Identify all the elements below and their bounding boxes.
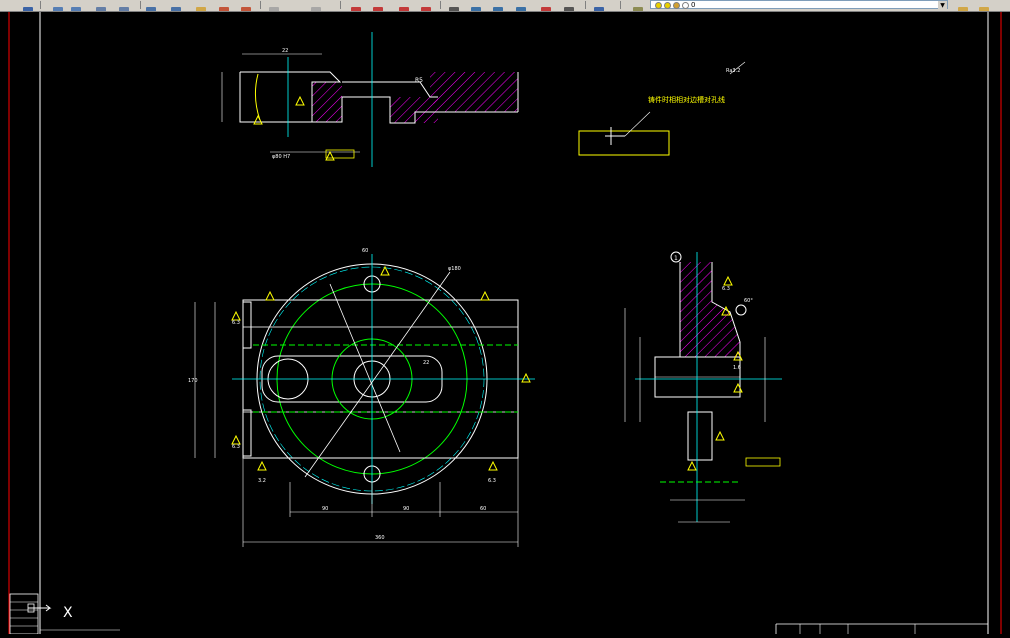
top-section-view	[221, 32, 519, 167]
roughness-value: 1.6	[733, 365, 741, 371]
toolbar-separator	[40, 1, 41, 9]
ucs-x-label: X	[63, 605, 73, 621]
zoom-previous-icon[interactable]	[420, 0, 434, 11]
layer-value: 0	[691, 1, 696, 9]
callout-1-label: 1	[674, 255, 678, 262]
dim-circle-label: φ180	[448, 266, 461, 272]
layer-state-icon[interactable]	[978, 0, 992, 11]
toolbar-separator	[260, 1, 261, 9]
match-properties-icon[interactable]	[218, 0, 232, 11]
side-section-view	[624, 251, 782, 523]
toolbar-separator	[340, 1, 341, 9]
standard-toolbar: 0 ▼	[0, 0, 1010, 12]
help-icon[interactable]	[593, 0, 607, 11]
top-tol-label: φ80 H7	[272, 154, 290, 160]
sheet-set-icon[interactable]	[540, 0, 554, 11]
roughness-value: 6.3	[722, 286, 730, 292]
dim-c-label: 60	[480, 506, 486, 512]
save-icon[interactable]	[22, 0, 36, 11]
r-label: R5	[415, 77, 423, 84]
roughness-note: Ra3.2	[726, 68, 740, 74]
roughness-value: 6.3	[232, 320, 240, 326]
color-swatch-icon[interactable]	[682, 2, 689, 9]
top-dim-label: 22	[282, 48, 288, 54]
lock-icon[interactable]	[673, 2, 680, 9]
plot-icon[interactable]	[52, 0, 66, 11]
copy-icon[interactable]	[170, 0, 184, 11]
design-center-icon[interactable]	[492, 0, 506, 11]
roughness-value: 6.3	[488, 478, 496, 484]
toolbar-separator	[585, 1, 586, 9]
ucs-icon	[27, 603, 52, 613]
markup-icon[interactable]	[563, 0, 577, 11]
main-plan-view	[194, 254, 535, 547]
dim-b-label: 90	[403, 506, 409, 512]
publish-icon[interactable]	[95, 0, 109, 11]
dim-a-label: 90	[322, 506, 328, 512]
paste-icon[interactable]	[195, 0, 209, 11]
cut-icon[interactable]	[145, 0, 159, 11]
layer-dropdown[interactable]: 0 ▼	[650, 0, 948, 10]
zoom-window-icon[interactable]	[398, 0, 412, 11]
layer-manager-icon[interactable]	[632, 0, 646, 11]
print-preview-icon[interactable]	[70, 0, 84, 11]
block-editor-icon[interactable]	[240, 0, 254, 11]
undo-icon[interactable]	[268, 0, 282, 11]
dim-center-label: 60	[362, 248, 368, 254]
dim-left-label: 170	[188, 378, 198, 384]
pan-icon[interactable]	[350, 0, 364, 11]
drawing-canvas[interactable]: R5 22 φ80 H7 铸件时相相对边槽对孔线 Ra3.2 360 90 90…	[0, 12, 1010, 635]
tool-palettes-icon[interactable]	[515, 0, 529, 11]
redo-icon[interactable]	[310, 0, 324, 11]
toolbar-separator	[440, 1, 441, 9]
chevron-down-icon[interactable]: ▼	[938, 1, 947, 10]
text-style-icon[interactable]	[448, 0, 462, 11]
bulb-on-icon[interactable]	[655, 2, 662, 9]
dim-angle-label: 60°	[744, 298, 753, 304]
cad-drawing[interactable]: R5 22 φ80 H7 铸件时相相对边槽对孔线 Ra3.2 360 90 90…	[0, 12, 1010, 635]
roughness-value: 3.2	[258, 478, 266, 484]
tech-requirement-text: 铸件时相相对边槽对孔线	[648, 95, 725, 104]
title-block	[775, 623, 988, 634]
dim-total-label: 360	[375, 535, 385, 541]
zoom-realtime-icon[interactable]	[372, 0, 386, 11]
toolbar-separator	[620, 1, 621, 9]
properties-icon[interactable]	[470, 0, 484, 11]
dim-slot-label: 22	[423, 360, 429, 366]
toolbar-separator	[140, 1, 141, 9]
layer-previous-icon[interactable]	[957, 0, 971, 11]
sun-icon[interactable]	[664, 2, 671, 9]
plot-config-icon[interactable]	[118, 0, 132, 11]
tech-note-group	[578, 61, 746, 156]
roughness-value: 6.3	[232, 444, 240, 450]
